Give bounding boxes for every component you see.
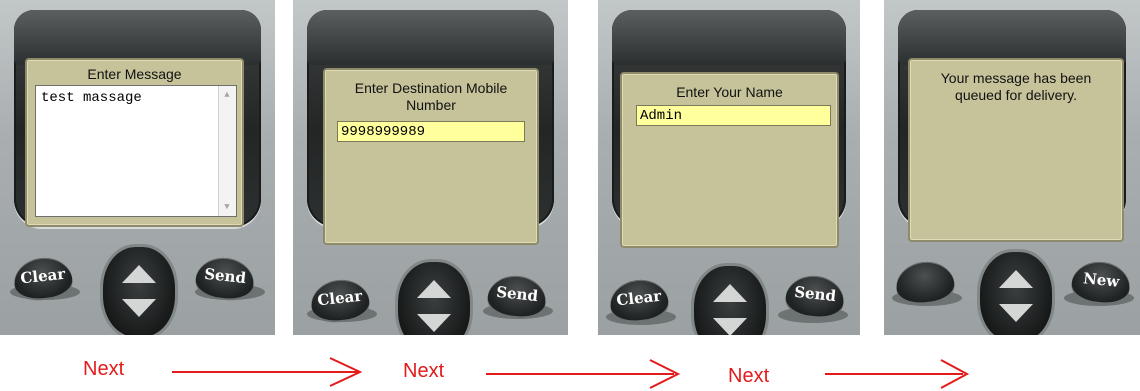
next-label-2: Next	[403, 360, 445, 382]
flow-arrow-3-icon	[825, 359, 970, 389]
screen-title-line2: Number	[406, 97, 456, 113]
nav-up-icon[interactable]	[999, 270, 1033, 288]
phone-step-enter-destination: Enter Destination Mobile Number 99989999…	[293, 0, 568, 335]
flow-arrow-1-icon	[172, 357, 363, 387]
nav-down-icon[interactable]	[122, 299, 156, 317]
status-line1: Your message has been	[940, 70, 1092, 86]
flow-arrow-2-icon	[486, 359, 681, 389]
message-textarea[interactable]: test massage ▲ ▼	[35, 85, 237, 217]
nav-up-icon[interactable]	[713, 284, 747, 302]
name-field[interactable]: Admin	[636, 105, 831, 126]
nav-key[interactable]	[398, 262, 470, 335]
nav-down-icon[interactable]	[417, 314, 451, 332]
nav-up-icon[interactable]	[122, 265, 156, 283]
status-line2: queued for delivery.	[955, 87, 1077, 103]
scroll-down-icon[interactable]: ▼	[220, 200, 234, 214]
nav-key[interactable]	[694, 266, 766, 335]
phone-screen: Your message has been queued for deliver…	[908, 58, 1124, 242]
screen-title: Enter Your Name	[676, 84, 783, 100]
phone-step-enter-name: Enter Your Name Admin Clear Send	[598, 0, 860, 335]
next-label-3: Next	[728, 365, 770, 387]
phone-screen: Enter Your Name Admin	[620, 72, 839, 248]
nav-key[interactable]	[103, 247, 175, 335]
message-scrollbar[interactable]: ▲ ▼	[218, 86, 236, 216]
message-text: test massage	[41, 90, 142, 106]
nav-up-icon[interactable]	[417, 280, 451, 298]
phone-step-enter-message: Enter Message test massage ▲ ▼ Clear Sen…	[0, 0, 275, 335]
nav-down-icon[interactable]	[713, 318, 747, 335]
screen-title: Enter Message	[87, 66, 182, 82]
scroll-up-icon[interactable]: ▲	[220, 88, 234, 102]
phone-step-confirmation: Your message has been queued for deliver…	[884, 0, 1140, 335]
nav-down-icon[interactable]	[999, 304, 1033, 322]
nav-key[interactable]	[980, 252, 1052, 335]
phone-screen: Enter Message test massage ▲ ▼	[25, 58, 244, 227]
next-label-1: Next	[83, 358, 125, 380]
screen-title-line1: Enter Destination Mobile	[354, 80, 508, 96]
phone-screen: Enter Destination Mobile Number 99989999…	[323, 68, 539, 245]
mobile-number-field[interactable]: 9998999989	[337, 121, 525, 142]
